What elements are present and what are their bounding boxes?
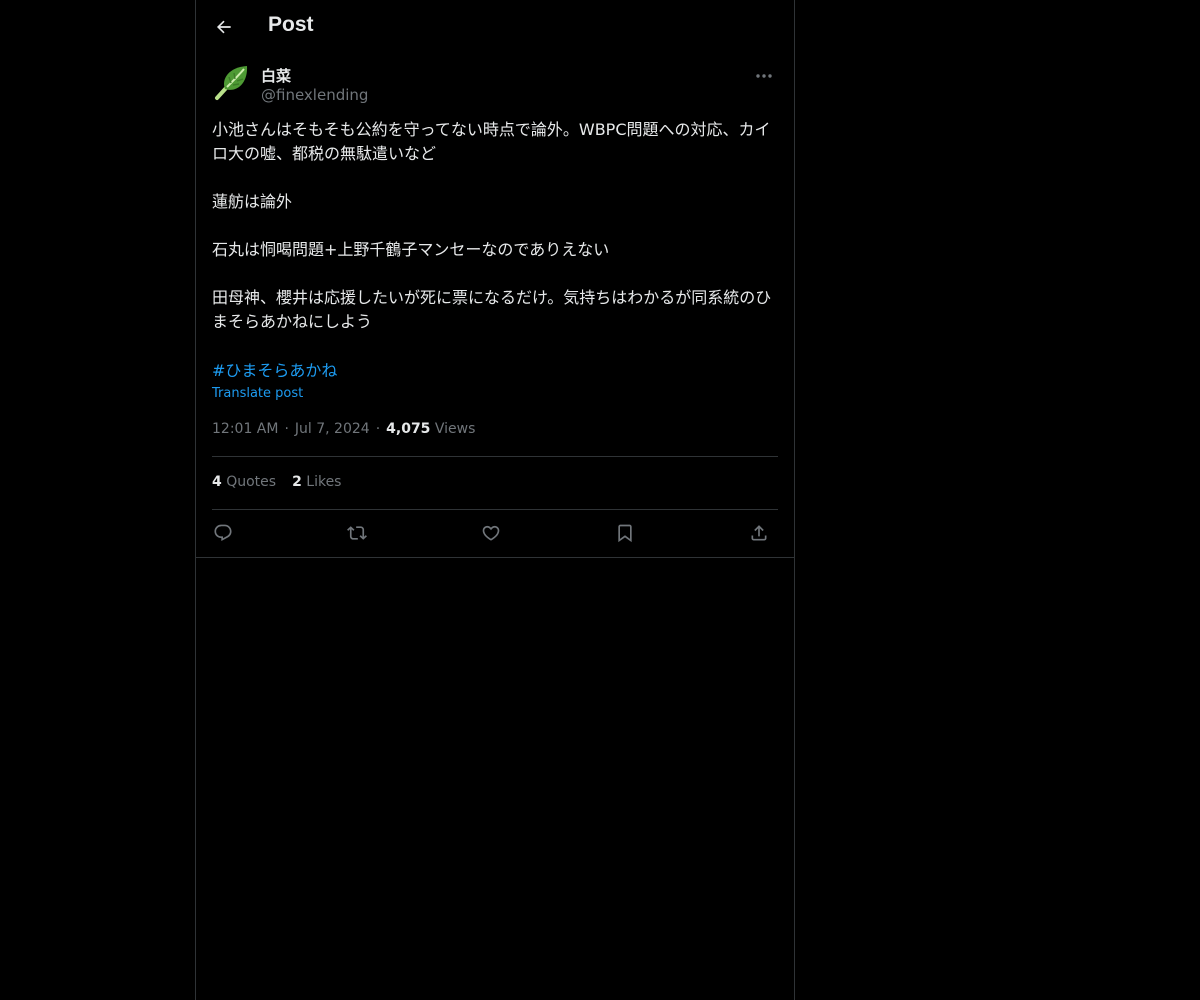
more-options-button[interactable] bbox=[750, 64, 778, 88]
post-time[interactable]: 12:01 AM bbox=[212, 421, 278, 437]
likes-stat[interactable]: 2 Likes bbox=[292, 474, 341, 490]
post-author: 白菜 @finexlending bbox=[212, 62, 778, 106]
likes-label: Likes bbox=[306, 474, 342, 490]
views-label: Views bbox=[434, 421, 476, 437]
divider bbox=[196, 557, 794, 558]
meta-separator: · bbox=[284, 421, 289, 437]
author-name[interactable]: 白菜 bbox=[261, 65, 291, 86]
more-dots-icon bbox=[755, 73, 773, 79]
post-header: Post bbox=[196, 0, 794, 53]
arrow-left-icon bbox=[214, 17, 234, 37]
reply-icon bbox=[213, 523, 233, 543]
post-actions bbox=[212, 519, 778, 547]
share-icon bbox=[749, 523, 769, 543]
quotes-count: 4 bbox=[212, 474, 222, 490]
post-column: Post 白菜 @finexlending 小池さんはそもそも公約を守ってない時… bbox=[195, 0, 795, 1000]
avatar[interactable] bbox=[212, 62, 252, 102]
hashtag-link[interactable]: #ひまそらあかね bbox=[212, 359, 337, 383]
divider bbox=[212, 456, 778, 457]
post-stats: 4 Quotes 2 Likes bbox=[212, 474, 357, 490]
page-title: Post bbox=[268, 13, 314, 36]
post-text: 小池さんはそもそも公約を守ってない時点で論外。WBPC問題への対応、カイロ大の嘘… bbox=[212, 118, 778, 358]
leafy-green-icon bbox=[213, 63, 251, 101]
repost-icon bbox=[347, 523, 367, 543]
back-button[interactable] bbox=[208, 11, 240, 43]
meta-separator: · bbox=[375, 421, 381, 437]
post-paragraph: 小池さんはそもそも公約を守ってない時点で論外。WBPC問題への対応、カイロ大の嘘… bbox=[212, 120, 771, 163]
likes-count: 2 bbox=[292, 474, 302, 490]
quotes-stat[interactable]: 4 Quotes bbox=[212, 474, 276, 490]
post-paragraph: 田母神、櫻井は応援したいが死に票になるだけ。気持ちはわかるが同系統のひまそらあか… bbox=[212, 288, 772, 331]
repost-button[interactable] bbox=[343, 519, 371, 547]
share-button[interactable] bbox=[745, 519, 773, 547]
divider bbox=[212, 509, 778, 510]
post-meta: 12:01 AM · Jul 7, 2024 · 4,075 Views bbox=[212, 421, 475, 437]
bookmark-icon bbox=[615, 523, 635, 543]
author-handle[interactable]: @finexlending bbox=[261, 86, 368, 104]
post-date[interactable]: Jul 7, 2024 bbox=[295, 421, 370, 437]
bookmark-button[interactable] bbox=[611, 519, 639, 547]
translate-post-link[interactable]: Translate post bbox=[212, 386, 303, 401]
reply-button[interactable] bbox=[209, 519, 237, 547]
like-button[interactable] bbox=[477, 519, 505, 547]
post-paragraph: 石丸は恫喝問題+上野千鶴子マンセーなのでありえない bbox=[212, 240, 610, 259]
heart-icon bbox=[481, 523, 501, 543]
quotes-label: Quotes bbox=[226, 474, 277, 490]
views-count: 4,075 bbox=[386, 421, 431, 437]
post-paragraph: 蓮舫は論外 bbox=[212, 192, 293, 211]
